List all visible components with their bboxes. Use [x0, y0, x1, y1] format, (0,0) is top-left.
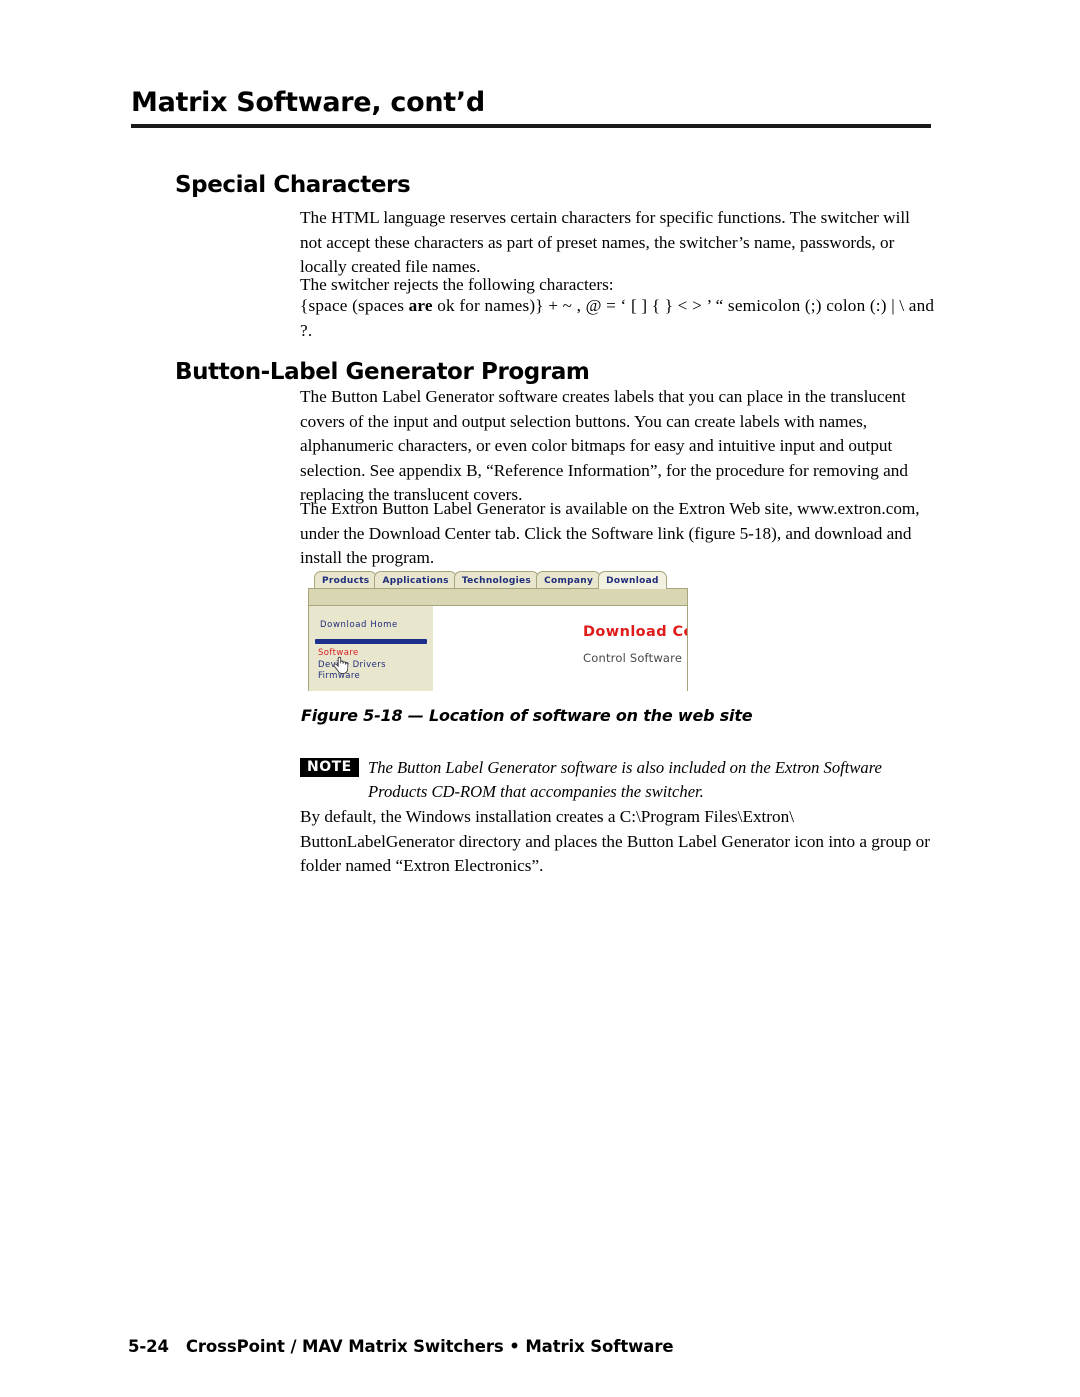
website-tab-technologies[interactable]: Technologies	[453, 571, 540, 589]
sidebar-divider	[315, 639, 427, 644]
page-footer: 5-24 CrossPoint / MAV Matrix Switchers • …	[128, 1337, 674, 1356]
sidebar-link-list: Software Device Drivers Firmware	[318, 648, 386, 683]
website-tab-download-label: Download	[606, 575, 659, 586]
website-subnav-bar	[308, 588, 688, 606]
website-tab-download[interactable]: Download	[598, 571, 667, 589]
website-body: Download Home Software Device Drivers Fi…	[308, 606, 688, 691]
sidebar-item-firmware[interactable]: Firmware	[318, 671, 386, 683]
sidebar-item-download-home[interactable]: Download Home	[320, 620, 398, 630]
page-title: Matrix Software, cont’d	[131, 87, 485, 118]
website-tab-technologies-label: Technologies	[461, 575, 532, 586]
figure-caption: Figure 5-18 — Location of software on th…	[301, 706, 753, 725]
button-label-generator-paragraph-2: The Extron Button Label Generator is ava…	[300, 499, 920, 568]
website-tab-applications-label: Applications	[382, 575, 449, 586]
rejected-character-list: {space (spaces are ok for names)} + ~ , …	[300, 294, 940, 343]
figure-5-18-image: Products Applications Technologies Compa…	[308, 569, 688, 691]
button-label-generator-paragraph-1: The Button Label Generator software crea…	[300, 387, 908, 505]
note-text: The Button Label Generator software is a…	[368, 758, 882, 801]
footer-text: CrossPoint / MAV Matrix Switchers • Matr…	[185, 1337, 674, 1356]
control-software-count: Control Software (44 files)	[583, 651, 687, 665]
website-tab-products[interactable]: Products	[314, 571, 378, 589]
website-tab-company-label: Company	[544, 575, 594, 586]
heading-button-label-generator: Button-Label Generator Program	[175, 359, 590, 385]
heading-special-characters: Special Characters	[175, 172, 411, 198]
header-rule	[131, 123, 931, 128]
sidebar-item-device-drivers[interactable]: Device Drivers	[318, 660, 386, 672]
website-tab-applications[interactable]: Applications	[374, 571, 457, 589]
website-tab-company[interactable]: Company	[536, 571, 602, 589]
website-tab-products-label: Products	[322, 575, 370, 586]
sidebar-item-software[interactable]: Software	[318, 648, 386, 660]
footer-page-number: 5-24	[128, 1337, 169, 1356]
website-content-pane: Download Center Control Software (44 fil…	[433, 606, 687, 691]
button-label-generator-paragraph-3: By default, the Windows installation cre…	[300, 807, 930, 876]
character-list-prefix: {space (spaces	[300, 296, 409, 315]
character-list-bold: are	[408, 296, 433, 315]
note-badge: NOTE	[300, 758, 359, 777]
download-center-title: Download Center	[583, 624, 687, 640]
website-sidebar: Download Home Software Device Drivers Fi…	[309, 606, 433, 691]
page-header: Matrix Software, cont’d	[131, 88, 931, 128]
special-characters-paragraph-1: The HTML language reserves certain chara…	[300, 208, 910, 277]
website-tab-strip: Products Applications Technologies Compa…	[314, 569, 667, 589]
